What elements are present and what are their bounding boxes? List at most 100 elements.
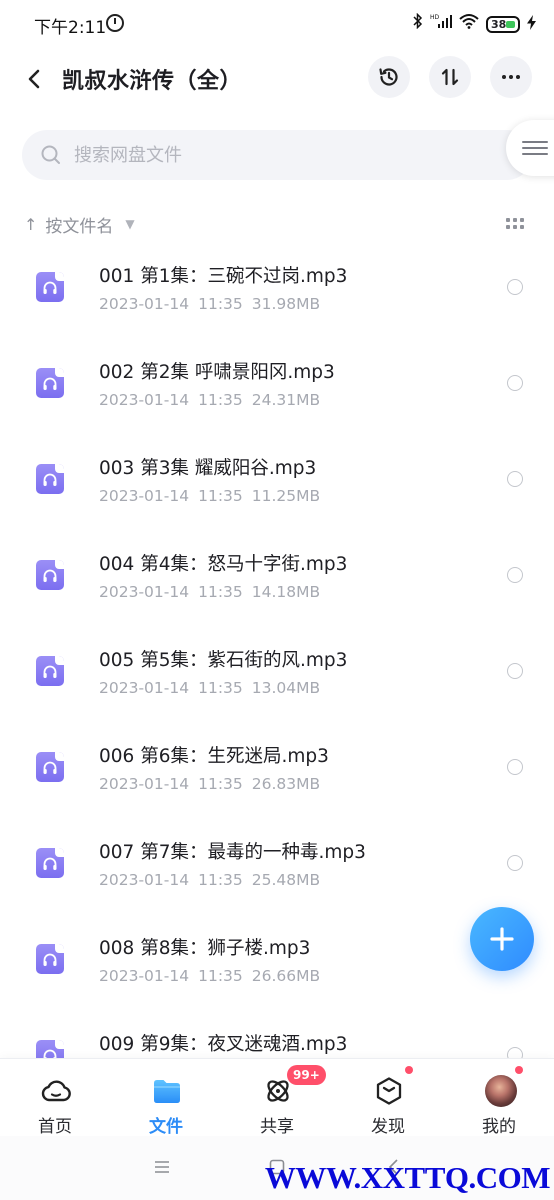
nav-item-files[interactable]: 文件: [111, 1059, 221, 1137]
status-icons: HD 38: [413, 12, 536, 35]
file-date: 2023-01-14: [99, 967, 190, 985]
audio-file-icon: [36, 464, 64, 494]
file-name: 008 第8集：狮子楼.mp3: [99, 938, 311, 959]
plus-icon: [490, 927, 514, 951]
file-meta: 2023-01-14 11:35 25.48MB: [99, 871, 329, 889]
file-row[interactable]: 001 第1集：三碗不过岗.mp3 2023-01-14 11:35 31.98MB: [0, 240, 554, 336]
file-row[interactable]: 009 第9集：夜叉迷魂酒.mp3: [0, 1008, 554, 1058]
select-checkbox[interactable]: [507, 567, 523, 583]
sort-button[interactable]: [429, 56, 471, 98]
file-name: 004 第4集：怒马十字街.mp3: [99, 554, 348, 575]
avatar: [485, 1075, 517, 1107]
nav-label-me: 我的: [482, 1117, 516, 1137]
file-row[interactable]: 003 第3集 耀威阳谷.mp3 2023-01-14 11:35 11.25MB: [0, 432, 554, 528]
file-date: 2023-01-14: [99, 871, 190, 889]
sort-arrow-icon: ↑: [24, 214, 38, 234]
grid-view-icon[interactable]: [506, 218, 524, 231]
audio-file-icon: [36, 944, 64, 974]
discover-notification-dot: [405, 1066, 413, 1074]
file-size: 31.98MB: [251, 295, 321, 313]
file-row[interactable]: 002 第2集 呼啸景阳冈.mp3 2023-01-14 11:35 24.31MB: [0, 336, 554, 432]
file-size: 14.18MB: [251, 583, 321, 601]
file-size: 11.25MB: [251, 487, 321, 505]
search-input[interactable]: [74, 141, 474, 169]
select-checkbox[interactable]: [507, 279, 523, 295]
audio-file-icon: [36, 1040, 64, 1058]
select-checkbox[interactable]: [507, 759, 523, 775]
select-checkbox[interactable]: [507, 663, 523, 679]
file-meta: 2023-01-14 11:35 26.83MB: [99, 775, 329, 793]
more-button[interactable]: [490, 56, 532, 98]
battery-level: 38: [491, 17, 507, 31]
file-time: 11:35: [198, 775, 243, 793]
menu-icon: [522, 137, 548, 159]
svg-text:HD: HD: [430, 14, 440, 21]
floating-menu-button[interactable]: [506, 120, 554, 176]
search-bar[interactable]: [22, 130, 532, 180]
history-button[interactable]: [368, 56, 410, 98]
file-date: 2023-01-14: [99, 487, 190, 505]
file-size: 26.66MB: [251, 967, 321, 985]
file-size: 24.31MB: [251, 391, 321, 409]
file-row[interactable]: 005 第5集：紫石街的风.mp3 2023-01-14 11:35 13.04MB: [0, 624, 554, 720]
nav-label-home: 首页: [38, 1117, 72, 1137]
file-name: 009 第9集：夜叉迷魂酒.mp3: [99, 1034, 348, 1055]
file-date: 2023-01-14: [99, 295, 190, 313]
folder-icon: [154, 1080, 180, 1103]
nav-label-files: 文件: [149, 1117, 183, 1137]
sort-icon: [441, 68, 459, 86]
nav-item-discover[interactable]: 发现: [333, 1059, 443, 1137]
select-checkbox[interactable]: [507, 375, 523, 391]
nav-label-discover: 发现: [371, 1117, 405, 1137]
file-row[interactable]: 006 第6集：生死迷局.mp3 2023-01-14 11:35 26.83MB: [0, 720, 554, 816]
file-time: 11:35: [198, 295, 243, 313]
file-name: 003 第3集 耀威阳谷.mp3: [99, 458, 317, 479]
status-time: 下午2:11: [34, 18, 107, 38]
file-row[interactable]: 004 第4集：怒马十字街.mp3 2023-01-14 11:35 14.18MB: [0, 528, 554, 624]
file-row[interactable]: 007 第7集：最毒的一种毒.mp3 2023-01-14 11:35 25.48MB: [0, 816, 554, 912]
nav-item-me[interactable]: 我的: [444, 1059, 554, 1137]
cloud-home-icon: [41, 1080, 71, 1102]
nav-item-home[interactable]: 首页: [0, 1059, 110, 1137]
file-row[interactable]: 008 第8集：狮子楼.mp3 2023-01-14 11:35 26.66MB: [0, 912, 554, 1008]
file-date: 2023-01-14: [99, 391, 190, 409]
file-size: 13.04MB: [251, 679, 321, 697]
nav-label-share: 共享: [260, 1117, 294, 1137]
file-meta: 2023-01-14 11:35 24.31MB: [99, 391, 329, 409]
file-time: 11:35: [198, 871, 243, 889]
audio-file-icon: [36, 368, 64, 398]
share-badge: 99+: [287, 1065, 326, 1085]
file-size: 26.83MB: [251, 775, 321, 793]
audio-file-icon: [36, 656, 64, 686]
file-date: 2023-01-14: [99, 775, 190, 793]
sort-selector[interactable]: ↑ 按文件名 ▼: [24, 210, 135, 238]
file-time: 11:35: [198, 391, 243, 409]
select-checkbox[interactable]: [507, 1047, 523, 1058]
file-time: 11:35: [198, 679, 243, 697]
select-checkbox[interactable]: [507, 855, 523, 871]
bottom-nav: 首页 文件 共享 发现 我的: [0, 1058, 554, 1137]
audio-file-icon: [36, 752, 64, 782]
sort-label: 按文件名: [45, 216, 114, 237]
alarm-icon: [106, 14, 124, 32]
menu-key-icon[interactable]: [153, 1158, 171, 1176]
file-date: 2023-01-14: [99, 679, 190, 697]
file-date: 2023-01-14: [99, 583, 190, 601]
signal-icon: HD: [430, 13, 452, 35]
audio-file-icon: [36, 560, 64, 590]
back-arrow-icon: [28, 69, 40, 89]
file-time: 11:35: [198, 967, 243, 985]
audio-file-icon: [36, 848, 64, 878]
file-time: 11:35: [198, 583, 243, 601]
search-icon: [41, 145, 60, 164]
select-checkbox[interactable]: [507, 471, 523, 487]
audio-file-icon: [36, 272, 64, 302]
add-button[interactable]: [470, 907, 534, 971]
more-icon: [502, 75, 520, 79]
file-time: 11:35: [198, 487, 243, 505]
wifi-icon: [459, 13, 479, 35]
back-button[interactable]: [18, 62, 52, 96]
file-name: 005 第5集：紫石街的风.mp3: [99, 650, 348, 671]
battery-icon: 38: [486, 15, 520, 33]
status-bar: 下午2:11 HD 38: [0, 0, 554, 50]
